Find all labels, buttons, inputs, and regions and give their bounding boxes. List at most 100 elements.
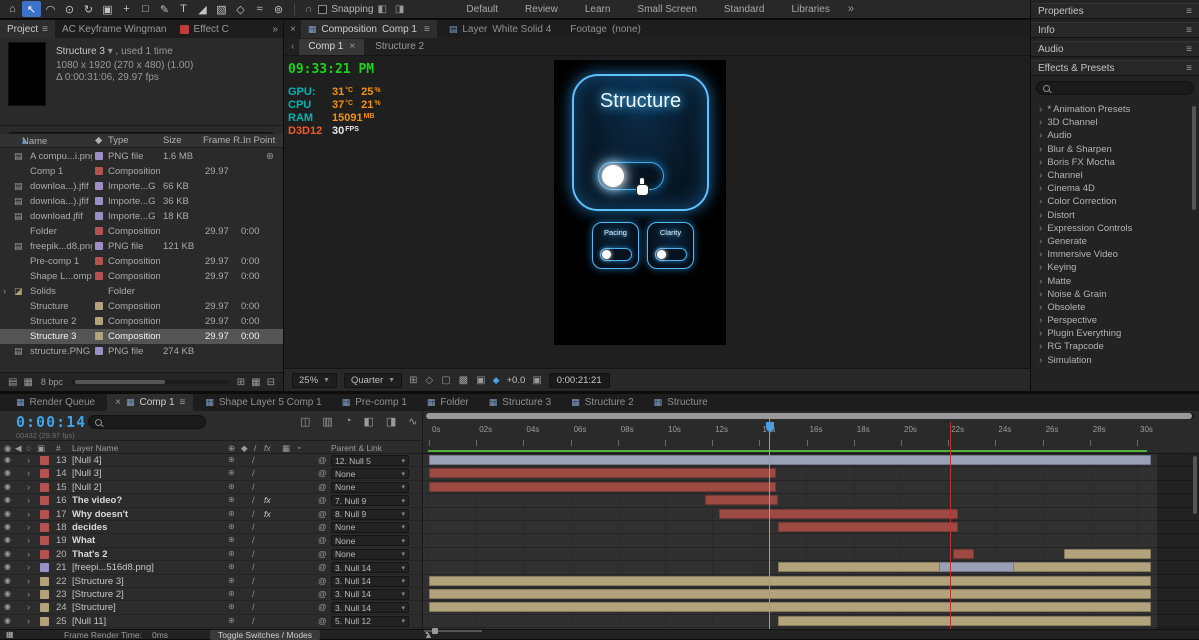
label-color-chip[interactable] bbox=[40, 483, 49, 492]
layer-duration-bar[interactable] bbox=[429, 576, 1151, 586]
collapse-switch-icon[interactable]: ⊕ bbox=[228, 589, 235, 598]
project-row[interactable]: ▤downloa...).jfifImporte...G36 KB bbox=[0, 194, 283, 209]
effects-category-immersive-video[interactable]: ›Immersive Video bbox=[1031, 248, 1199, 261]
hscrollbar-thumb[interactable] bbox=[426, 413, 1192, 419]
quality-switch-icon[interactable]: / bbox=[252, 589, 255, 600]
camera-tool-icon[interactable]: ▣ bbox=[98, 1, 117, 17]
parent-dropdown[interactable]: 8. Null 9▾ bbox=[331, 509, 409, 520]
layer-row[interactable]: ◉›24[Structure]⊕/@3. Null 14▾ bbox=[0, 601, 422, 614]
visibility-eye-icon[interactable]: ◉ bbox=[4, 535, 11, 544]
effects-category-simulation[interactable]: ›Simulation bbox=[1031, 354, 1199, 367]
workspace-libraries[interactable]: Libraries bbox=[791, 4, 829, 15]
label-color-chip[interactable] bbox=[95, 152, 103, 160]
visibility-eye-icon[interactable]: ◉ bbox=[4, 549, 11, 558]
new-folder-icon[interactable]: ⊞ bbox=[237, 377, 245, 388]
shape-tool-icon[interactable]: □ bbox=[136, 1, 155, 17]
layer-name[interactable]: [freepi...516d8.png] bbox=[72, 562, 222, 573]
project-row[interactable]: ▦Structure 2Composition29.970:00 bbox=[0, 314, 283, 329]
collapse-switch-icon[interactable]: ⊕ bbox=[228, 468, 235, 477]
pickwhip-icon[interactable]: @ bbox=[318, 455, 327, 465]
layer-name[interactable]: [Null 4] bbox=[72, 455, 222, 466]
visibility-eye-icon[interactable]: ◉ bbox=[4, 468, 11, 477]
label-color-chip[interactable] bbox=[95, 212, 103, 220]
timeline-zoom-control[interactable]: ▲ ▲ bbox=[424, 630, 482, 632]
tab-keyframe-wingman[interactable]: AC Keyframe Wingman bbox=[55, 20, 173, 38]
tab-footage[interactable]: Footage (none) bbox=[563, 24, 648, 35]
effects-category-plugin-everything[interactable]: ›Plugin Everything bbox=[1031, 327, 1199, 340]
effects-category-noise-grain[interactable]: ›Noise & Grain bbox=[1031, 288, 1199, 301]
layer-duration-bar[interactable] bbox=[778, 522, 957, 532]
clone-stamp-tool-icon[interactable]: ▧ bbox=[212, 1, 231, 17]
timeline-track-row[interactable] bbox=[423, 561, 1199, 574]
roto-brush-tool-icon[interactable]: ≈ bbox=[250, 1, 269, 17]
pickwhip-icon[interactable]: @ bbox=[318, 495, 327, 505]
layer-duration-bar[interactable] bbox=[429, 602, 1151, 612]
pickwhip-icon[interactable]: @ bbox=[318, 602, 327, 612]
resolution-select[interactable]: Quarter ▼ bbox=[344, 373, 402, 388]
visibility-eye-icon[interactable]: ◉ bbox=[4, 495, 11, 504]
pickwhip-icon[interactable]: @ bbox=[318, 482, 327, 492]
parent-dropdown[interactable]: 12. Null 5▾ bbox=[331, 455, 409, 466]
workspace-small-screen[interactable]: Small Screen bbox=[637, 4, 696, 15]
collapse-switch-icon[interactable]: ⊕ bbox=[228, 495, 235, 504]
section-properties[interactable]: Properties ≡ bbox=[1031, 3, 1199, 19]
layer-row[interactable]: ◉›21[freepi...516d8.png]⊕/@3. Null 14▾ bbox=[0, 561, 422, 574]
collapse-switch-icon[interactable]: ⊕ bbox=[228, 509, 235, 518]
collapse-switch-icon[interactable]: ⊕ bbox=[228, 602, 235, 611]
timeline-tracks[interactable] bbox=[422, 454, 1199, 629]
timeline-search-input[interactable] bbox=[88, 415, 206, 429]
timeline-track-row[interactable] bbox=[423, 601, 1199, 614]
pickwhip-icon[interactable]: @ bbox=[318, 616, 327, 626]
effects-category-3d-channel[interactable]: ›3D Channel bbox=[1031, 116, 1199, 129]
region-of-interest-icon[interactable]: ▢ bbox=[441, 375, 450, 386]
parent-dropdown[interactable]: None▾ bbox=[331, 549, 409, 560]
orbit-tool-icon[interactable]: ↻ bbox=[79, 1, 98, 17]
effects-category-boris-fx-mocha[interactable]: ›Boris FX Mocha bbox=[1031, 156, 1199, 169]
tab-effect-controls[interactable]: Effect C bbox=[173, 20, 235, 38]
timeline-tab-structure-3[interactable]: ▦Structure 3 bbox=[481, 394, 559, 411]
layer-row[interactable]: ◉›22[Structure 3]⊕/@3. Null 14▾ bbox=[0, 575, 422, 588]
quality-switch-icon[interactable]: / bbox=[252, 535, 255, 546]
timeline-tab-structure[interactable]: ▦Structure bbox=[646, 394, 716, 411]
fx-badge[interactable]: fx bbox=[264, 495, 271, 505]
label-color-chip[interactable] bbox=[95, 242, 103, 250]
label-color-chip[interactable] bbox=[40, 469, 49, 478]
project-row[interactable]: ›◪SolidsFolder bbox=[0, 284, 283, 299]
zoom-tool-icon[interactable]: ⊙ bbox=[60, 1, 79, 17]
playhead-line[interactable] bbox=[769, 416, 770, 629]
expand-icon[interactable]: › bbox=[27, 455, 30, 466]
layer-row[interactable]: ◉›16The video?⊕/fx@7. Null 9▾ bbox=[0, 494, 422, 507]
expand-icon[interactable]: › bbox=[27, 549, 30, 560]
parent-dropdown[interactable]: 3. Null 14▾ bbox=[331, 589, 409, 600]
project-row[interactable]: ▦Comp 1Composition29.97 bbox=[0, 164, 283, 179]
collapse-switch-icon[interactable]: ⊕ bbox=[228, 562, 235, 571]
pickwhip-icon[interactable]: @ bbox=[318, 522, 327, 532]
effects-category-animation-presets[interactable]: ›* Animation Presets bbox=[1031, 103, 1199, 116]
layer-row[interactable]: ◉›19What⊕/@None▾ bbox=[0, 534, 422, 547]
visibility-eye-icon[interactable]: ◉ bbox=[4, 616, 11, 625]
collapse-switch-icon[interactable]: ⊕ bbox=[228, 616, 235, 625]
quality-switch-icon[interactable]: / bbox=[252, 576, 255, 587]
label-color-chip[interactable] bbox=[40, 577, 49, 586]
shy-layers-icon[interactable]: ◔ bbox=[345, 415, 352, 428]
puppet-tool-icon[interactable]: ⊚ bbox=[269, 1, 288, 17]
column-size[interactable]: Size bbox=[163, 135, 181, 146]
frame-blending-icon[interactable]: ◧ bbox=[363, 415, 373, 428]
label-color-chip[interactable] bbox=[95, 317, 103, 325]
timeline-track-row[interactable] bbox=[423, 481, 1199, 494]
timeline-ruler[interactable]: 0s02s04s06s08s10s12s14s16s18s20s22s24s26… bbox=[422, 411, 1199, 454]
expand-icon[interactable]: › bbox=[27, 482, 30, 493]
snapshot-camera-icon[interactable]: ▣ bbox=[532, 375, 541, 386]
type-tool-icon[interactable]: T bbox=[174, 1, 193, 17]
expand-icon[interactable]: › bbox=[27, 535, 30, 546]
layer-row[interactable]: ◉›20That's 2⊕/@None▾ bbox=[0, 548, 422, 561]
layer-duration-bar[interactable] bbox=[1064, 549, 1151, 559]
project-row[interactable]: ▦Shape L...omp 1Composition29.970:00 bbox=[0, 269, 283, 284]
tab-layer[interactable]: ▤ Layer White Solid 4 bbox=[442, 24, 558, 35]
expand-icon[interactable]: › bbox=[27, 562, 30, 573]
collapse-switch-icon[interactable]: ⊕ bbox=[228, 576, 235, 585]
panel-menu-icon[interactable]: ≡ bbox=[1186, 25, 1192, 36]
effects-search-input[interactable] bbox=[1036, 81, 1194, 95]
layer-row[interactable]: ◉›13[Null 4]⊕/@12. Null 5▾ bbox=[0, 454, 422, 467]
section-audio[interactable]: Audio ≡ bbox=[1031, 41, 1199, 57]
